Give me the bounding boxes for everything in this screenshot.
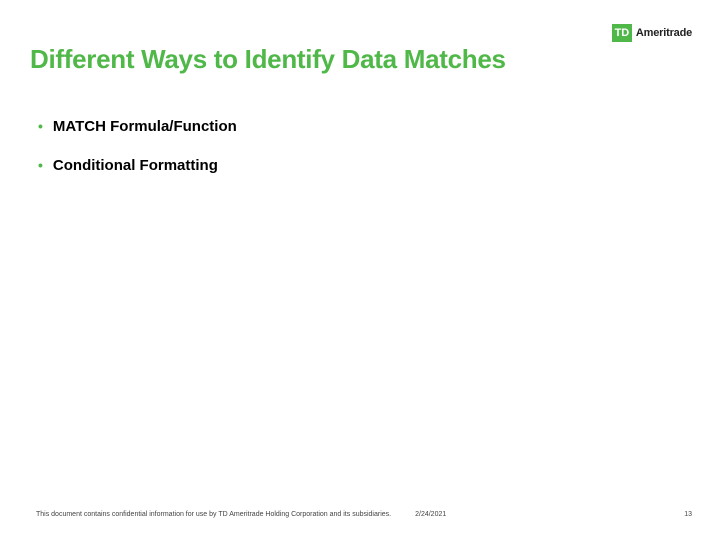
- brand-name: Ameritrade: [636, 27, 692, 39]
- slide: TD Ameritrade Different Ways to Identify…: [0, 0, 720, 540]
- footer-confidential: This document contains confidential info…: [36, 511, 391, 518]
- footer-page-number: 13: [684, 511, 692, 518]
- td-logo-mark-text: TD: [615, 28, 630, 39]
- bullet-list: • MATCH Formula/Function • Conditional F…: [38, 118, 680, 196]
- bullet-icon: •: [38, 119, 43, 133]
- list-item: • Conditional Formatting: [38, 157, 680, 174]
- list-item-label: MATCH Formula/Function: [53, 118, 237, 135]
- footer: This document contains confidential info…: [36, 511, 692, 518]
- list-item-label: Conditional Formatting: [53, 157, 218, 174]
- page-title: Different Ways to Identify Data Matches: [30, 44, 506, 75]
- footer-date: 2/24/2021: [415, 511, 446, 518]
- td-logo-icon: TD: [612, 24, 632, 42]
- bullet-icon: •: [38, 158, 43, 172]
- list-item: • MATCH Formula/Function: [38, 118, 680, 135]
- brand-logo: TD Ameritrade: [612, 24, 692, 42]
